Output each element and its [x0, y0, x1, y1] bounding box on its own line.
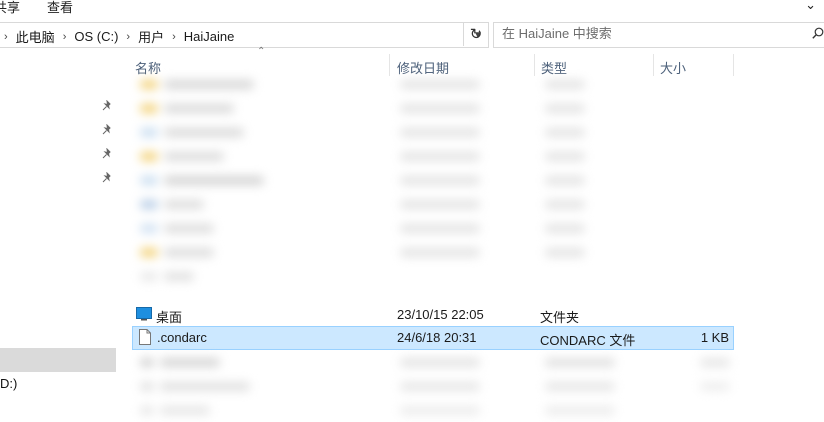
file-type: CONDARC 文件	[540, 333, 636, 348]
address-bar[interactable]: › 此电脑 › OS (C:) › 用户 › HaiJaine ▼	[0, 22, 489, 48]
column-header-row: ⌃ 名称 修改日期 类型 大小	[117, 46, 824, 76]
file-date: 23/10/15 22:05	[397, 307, 484, 322]
navigation-pane	[0, 48, 117, 422]
obscured-file-rows	[120, 350, 740, 422]
file-row-condarc[interactable]: .condarc 24/6/18 20:31 CONDARC 文件 1 KB	[132, 326, 734, 350]
breadcrumb-this-pc[interactable]: 此电脑	[16, 27, 55, 46]
search-icon[interactable]	[812, 27, 824, 39]
file-icon	[139, 329, 151, 345]
breadcrumb-users[interactable]: 用户	[138, 27, 164, 46]
obscured-file-rows	[120, 72, 740, 288]
refresh-icon: ↻	[469, 26, 483, 43]
file-size: 1 KB	[700, 330, 729, 345]
pin-icon[interactable]	[101, 124, 113, 136]
sort-ascending-icon: ⌃	[257, 46, 266, 57]
nav-item-drive-d[interactable]: D:)	[0, 376, 17, 391]
chevron-down-icon[interactable]: ⌄	[805, 0, 816, 13]
pin-icon[interactable]	[101, 148, 113, 160]
chevron-right-icon[interactable]: ›	[4, 31, 8, 43]
ribbon-tab-bar: 共享 查看 ⌄	[0, 0, 824, 18]
file-row-desktop[interactable]: 桌面 23/10/15 22:05 文件夹	[132, 304, 732, 326]
file-type: 文件夹	[540, 310, 580, 325]
pin-icon[interactable]	[101, 100, 113, 112]
breadcrumb-os-drive[interactable]: OS (C:)	[74, 29, 118, 44]
refresh-button[interactable]: ↻	[463, 22, 488, 46]
chevron-right-icon[interactable]: ›	[126, 31, 130, 43]
search-input[interactable]	[502, 26, 792, 41]
tab-view[interactable]: 查看	[47, 0, 73, 16]
breadcrumb-user-folder[interactable]: HaiJaine	[184, 29, 235, 44]
search-box[interactable]	[493, 22, 824, 48]
chevron-right-icon[interactable]: ›	[172, 31, 176, 43]
pin-icon[interactable]	[101, 172, 113, 184]
breadcrumb: › 此电脑 › OS (C:) › 用户 › HaiJaine	[4, 27, 234, 46]
nav-item-selected[interactable]	[0, 348, 116, 372]
file-date: 24/6/18 20:31	[397, 330, 477, 345]
file-name: 桌面	[156, 310, 183, 325]
desktop-folder-icon	[136, 307, 152, 321]
chevron-right-icon[interactable]: ›	[63, 31, 67, 43]
file-name: .condarc	[157, 330, 207, 345]
tab-share[interactable]: 共享	[0, 0, 20, 16]
